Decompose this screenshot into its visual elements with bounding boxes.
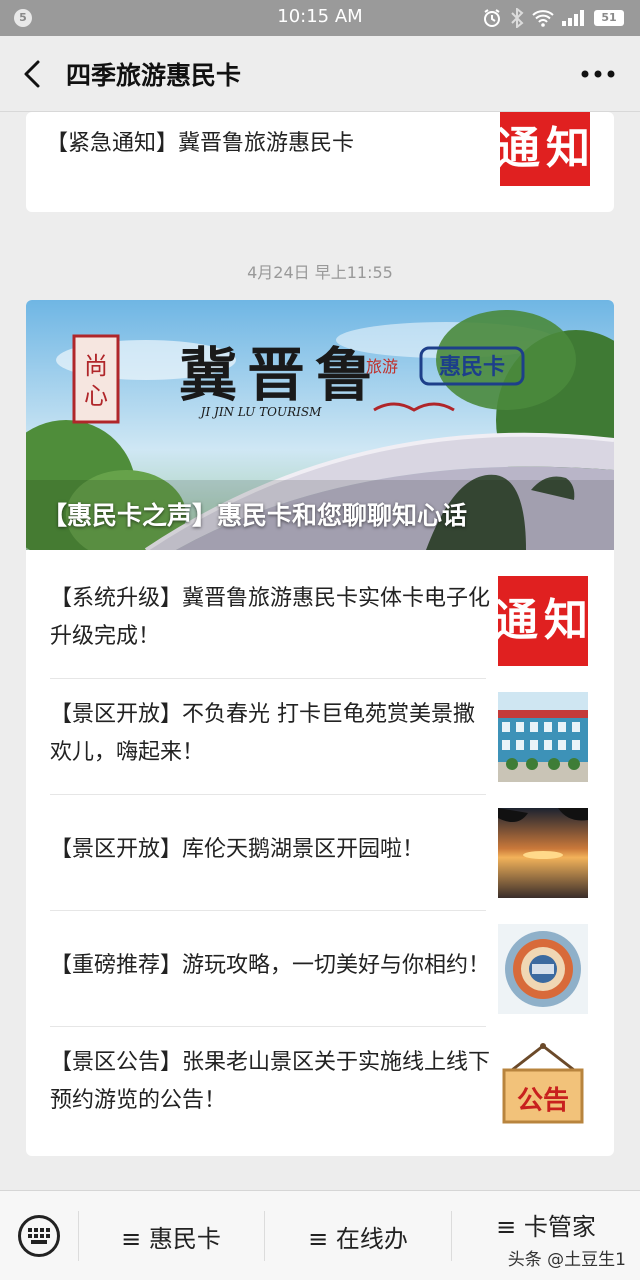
message-timestamp: 4月24日 早上11:55 — [247, 263, 393, 282]
cover-subtitle-text: JI JIN LU TOURISM — [198, 405, 322, 419]
page-title: 四季旅游惠民卡 — [66, 61, 242, 90]
article-title: 【系统升级】冀晋鲁旅游惠民卡实体卡电子化升级完成！ — [50, 586, 491, 649]
announcement-thumbnail: 公告 — [498, 1040, 588, 1130]
watermark: 头条 @土豆生1 — [507, 1250, 626, 1270]
notice-thumbnail: 通知 — [496, 112, 590, 186]
menu-item-zaixianban[interactable]: ≡ 在线办 — [265, 1191, 451, 1280]
svg-text:尚: 尚 — [84, 352, 108, 380]
list-item[interactable]: 【景区开放】库伦天鹅湖景区开园啦！ — [50, 792, 614, 908]
cover-tag-text: 旅游 — [366, 357, 398, 376]
cover-badge-text: 惠民卡 — [439, 355, 505, 380]
list-item[interactable]: 【景区开放】不负春光 打卡巨龟苑赏美景撒欢儿，嗨起来！ — [50, 676, 614, 792]
building-thumbnail — [498, 692, 588, 782]
back-arrow-icon[interactable] — [18, 58, 46, 90]
list-item[interactable]: 【景区公告】张果老山景区关于实施线上线下预约游览的公告！ 公告 — [50, 1024, 614, 1140]
bottom-menu-bar: ≡ 惠民卡 ≡ 在线办 ≡ 卡管家 头条 @土豆生1 — [0, 1190, 640, 1280]
wifi-icon — [532, 10, 554, 27]
keyboard-icon[interactable] — [18, 1215, 60, 1257]
message-card-notice[interactable]: 【紧急通知】冀晋鲁旅游惠民卡 通知 — [26, 112, 614, 212]
article-title: 【重磅推荐】游玩攻略，一切美好与你相约！ — [50, 953, 491, 978]
more-dots-icon[interactable] — [578, 62, 618, 86]
svg-text:心: 心 — [84, 382, 108, 410]
article-title: 【景区开放】库伦天鹅湖景区开园啦！ — [50, 837, 425, 862]
battery-icon: 51 — [594, 10, 624, 26]
signal-icon — [562, 10, 584, 26]
message-card-articles: 尚 心 冀晋鲁 JI JIN LU TOURISM 旅游 惠民卡 【惠民卡之声】… — [26, 300, 614, 1156]
notice-thumbnail: 通知 — [498, 576, 588, 666]
list-item[interactable]: 【重磅推荐】游玩攻略，一切美好与你相约！ — [50, 908, 614, 1024]
cover-article-title: 【惠民卡之声】惠民卡和您聊聊知心话 — [42, 501, 468, 530]
status-icons: 51 — [482, 8, 624, 28]
diagram-thumbnail — [498, 924, 588, 1014]
bluetooth-icon — [511, 8, 524, 28]
article-title: 【景区公告】张果老山景区关于实施线上线下预约游览的公告！ — [50, 1050, 491, 1113]
status-bar: 5 10:15 AM 51 — [0, 0, 640, 36]
list-item[interactable]: 【系统升级】冀晋鲁旅游惠民卡实体卡电子化升级完成！ 通知 — [50, 560, 614, 676]
announcement-label: 公告 — [516, 1086, 569, 1116]
sunset-thumbnail — [498, 808, 588, 898]
cover-article[interactable]: 尚 心 冀晋鲁 JI JIN LU TOURISM 旅游 惠民卡 【惠民卡之声】… — [26, 300, 614, 550]
cover-brand-text: 冀晋鲁 — [179, 341, 383, 409]
alarm-icon — [484, 9, 500, 27]
article-title: 【景区开放】不负春光 打卡巨龟苑赏美景撒欢儿，嗨起来！ — [50, 702, 475, 765]
nav-bar: 四季旅游惠民卡 — [0, 36, 640, 112]
article-title: 【紧急通知】冀晋鲁旅游惠民卡 — [46, 131, 355, 156]
menu-item-huiminka[interactable]: ≡ 惠民卡 — [78, 1191, 264, 1280]
